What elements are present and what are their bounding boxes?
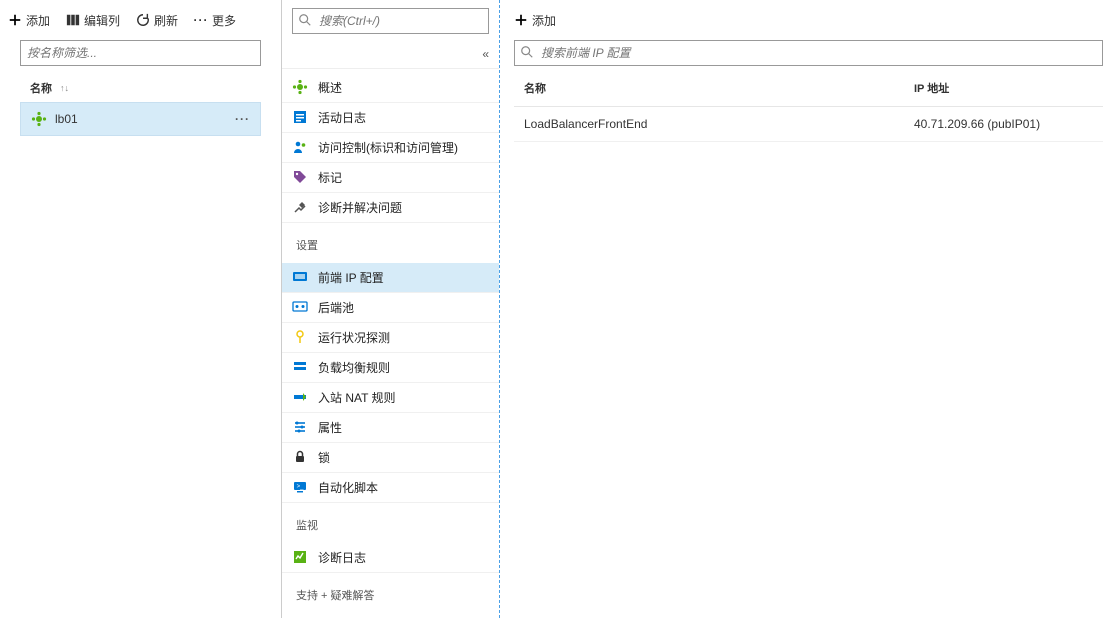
load-balancer-icon <box>31 111 47 127</box>
lb-color-icon <box>292 79 308 95</box>
resource-name: lb01 <box>55 112 78 126</box>
menu-item[interactable]: 负载均衡规则 <box>282 353 499 383</box>
menu-item[interactable]: 属性 <box>282 413 499 443</box>
add-button[interactable]: 添加 <box>8 12 50 29</box>
diag-log-icon <box>292 549 308 565</box>
col-ip-header[interactable]: IP 地址 <box>914 80 1093 96</box>
menu-item[interactable]: 入站 NAT 规则 <box>282 383 499 413</box>
refresh-icon <box>136 13 150 27</box>
plus-icon <box>8 13 22 27</box>
diagnose-icon <box>292 199 308 215</box>
automation-icon: >_ <box>292 479 308 495</box>
col-name-header[interactable]: 名称 <box>524 80 914 96</box>
resource-row[interactable]: lb01 ··· <box>20 102 261 136</box>
menu-item-label: 自动化脚本 <box>318 479 378 496</box>
cell-ip: 40.71.209.66 (pubIP01) <box>914 117 1093 131</box>
menu-item[interactable]: 后端池 <box>282 293 499 323</box>
menu-search-box <box>292 8 489 34</box>
menu-item-label: 锁 <box>318 449 330 466</box>
search-icon <box>298 13 312 27</box>
refresh-button[interactable]: 刷新 <box>136 12 178 29</box>
edit-columns-label: 编辑列 <box>84 12 120 29</box>
svg-text:>_: >_ <box>297 484 305 490</box>
plus-icon <box>514 13 528 27</box>
iam-icon <box>292 139 308 155</box>
resource-more-icon[interactable]: ··· <box>235 112 250 126</box>
menu-item-label: 入站 NAT 规则 <box>318 389 396 406</box>
menu-group-support: 新建支持请求 <box>282 609 499 618</box>
search-icon <box>520 45 534 59</box>
table-header: 名称 IP 地址 <box>514 72 1103 107</box>
menu-item[interactable]: 锁 <box>282 443 499 473</box>
monitor-section-title: 监视 <box>282 507 499 539</box>
resource-list-panel: 添加 编辑列 刷新 ··· 更多 名称 ↑↓ lb01 <box>0 0 282 618</box>
menu-item[interactable]: 前端 IP 配置 <box>282 263 499 293</box>
menu-item[interactable]: >_ 自动化脚本 <box>282 473 499 503</box>
menu-group-settings: 前端 IP 配置后端池运行状况探测负载均衡规则入站 NAT 规则属性锁 >_ 自动化… <box>282 259 499 507</box>
menu-item[interactable]: 活动日志 <box>282 103 499 133</box>
refresh-label: 刷新 <box>154 12 178 29</box>
lock-icon <box>292 449 308 465</box>
resource-toolbar: 添加 编辑列 刷新 ··· 更多 <box>0 0 281 40</box>
menu-item-label: 运行状况探测 <box>318 329 390 346</box>
menu-item[interactable]: 访问控制(标识和访问管理) <box>282 133 499 163</box>
detail-toolbar: 添加 <box>500 0 1117 40</box>
collapse-button[interactable]: « <box>282 40 499 69</box>
name-header[interactable]: 名称 ↑↓ <box>0 74 281 102</box>
menu: 概述活动日志访问控制(标识和访问管理) 标记诊断并解决问题 设置 前端 IP 配置… <box>282 69 499 618</box>
menu-item[interactable]: 标记 <box>282 163 499 193</box>
menu-item[interactable]: 概述 <box>282 73 499 103</box>
menu-search-input[interactable] <box>292 8 489 34</box>
menu-item-label: 概述 <box>318 79 342 96</box>
settings-section-title: 设置 <box>282 227 499 259</box>
filter-box <box>20 40 261 66</box>
chevron-left-icon: « <box>482 47 489 61</box>
detail-search-input[interactable] <box>514 40 1103 66</box>
menu-group-top: 概述活动日志访问控制(标识和访问管理) 标记诊断并解决问题 <box>282 69 499 227</box>
detail-add-label: 添加 <box>532 12 556 29</box>
menu-item-label: 前端 IP 配置 <box>318 269 384 286</box>
tag-icon <box>292 169 308 185</box>
menu-item[interactable]: 诊断日志 <box>282 543 499 573</box>
edit-columns-button[interactable]: 编辑列 <box>66 12 120 29</box>
menu-item[interactable]: 新建支持请求 <box>282 613 499 618</box>
add-label: 添加 <box>26 12 50 29</box>
activity-log-icon <box>292 109 308 125</box>
cell-name: LoadBalancerFrontEnd <box>524 117 914 131</box>
frontend-ip-table: 名称 IP 地址 LoadBalancerFrontEnd40.71.209.6… <box>514 72 1103 142</box>
menu-item[interactable]: 运行状况探测 <box>282 323 499 353</box>
properties-icon <box>292 419 308 435</box>
filter-input[interactable] <box>20 40 261 66</box>
table-row[interactable]: LoadBalancerFrontEnd40.71.209.66 (pubIP0… <box>514 107 1103 142</box>
health-probe-icon <box>292 329 308 345</box>
nat-rules-icon <box>292 389 308 405</box>
resource-menu-panel: « 概述活动日志访问控制(标识和访问管理) 标记诊断并解决问题 设置 前端 IP … <box>282 0 500 618</box>
detail-add-button[interactable]: 添加 <box>514 12 556 29</box>
menu-item-label: 后端池 <box>318 299 354 316</box>
support-section-title: 支持 + 疑难解答 <box>282 577 499 609</box>
menu-group-monitor: 诊断日志 <box>282 539 499 577</box>
columns-icon <box>66 13 80 27</box>
detail-search-box <box>514 40 1103 66</box>
name-header-label: 名称 <box>30 80 52 96</box>
lb-rules-icon <box>292 359 308 375</box>
backend-pool-icon <box>292 299 308 315</box>
menu-item-label: 标记 <box>318 169 342 186</box>
menu-item-label: 诊断日志 <box>318 549 366 566</box>
menu-item-label: 诊断并解决问题 <box>318 199 402 216</box>
more-button[interactable]: ··· 更多 <box>194 12 236 29</box>
sort-icon: ↑↓ <box>60 83 69 93</box>
menu-item-label: 访问控制(标识和访问管理) <box>318 139 458 156</box>
menu-item-label: 属性 <box>318 419 342 436</box>
menu-item-label: 活动日志 <box>318 109 366 126</box>
menu-item[interactable]: 诊断并解决问题 <box>282 193 499 223</box>
ellipsis-icon: ··· <box>194 13 208 27</box>
menu-item-label: 负载均衡规则 <box>318 359 390 376</box>
detail-panel: 添加 名称 IP 地址 LoadBalancerFrontEnd40.71.20… <box>500 0 1117 618</box>
more-label: 更多 <box>212 12 236 29</box>
frontend-ip-icon <box>292 269 308 285</box>
